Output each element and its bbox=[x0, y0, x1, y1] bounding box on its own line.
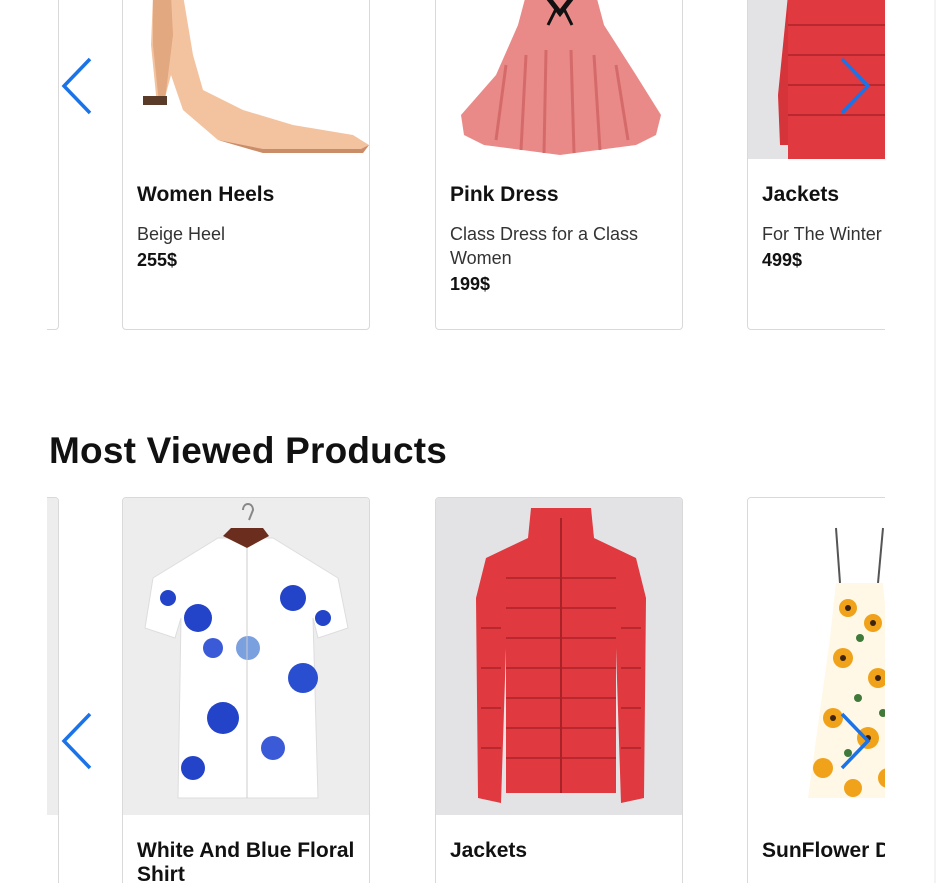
product-name: White And Blue Floral Shirt bbox=[137, 839, 355, 883]
product-card[interactable]: Jackets bbox=[435, 497, 683, 883]
chevron-left-icon bbox=[61, 57, 92, 115]
product-description: Beige Heel bbox=[137, 224, 226, 244]
product-card[interactable]: Jackets For The Winter 499$ bbox=[747, 0, 885, 330]
chevron-right-icon bbox=[840, 57, 871, 115]
product-name: Jackets bbox=[450, 839, 528, 862]
most-viewed-carousel: White And Blue Floral Shirt Jackets SunF… bbox=[47, 497, 885, 883]
product-name: Jackets bbox=[762, 183, 840, 206]
carousel-prev-button[interactable] bbox=[60, 57, 94, 115]
carousel-next-button[interactable] bbox=[838, 57, 872, 115]
product-card-partial[interactable] bbox=[47, 0, 59, 330]
chevron-left-icon bbox=[61, 712, 92, 770]
product-name: Women Heels bbox=[137, 183, 275, 206]
product-card[interactable]: Pink Dress Class Dress for a Class Women… bbox=[435, 0, 683, 330]
product-description: For The Winter bbox=[762, 224, 882, 244]
product-image bbox=[47, 498, 58, 815]
product-card[interactable]: Women Heels Beige Heel 255$ bbox=[122, 0, 370, 330]
product-card[interactable]: SunFlower Dress bbox=[747, 497, 885, 883]
product-price: 255$ bbox=[137, 250, 178, 270]
product-price: 199$ bbox=[450, 274, 491, 294]
carousel-prev-button[interactable] bbox=[60, 712, 94, 770]
carousel-next-button[interactable] bbox=[838, 712, 872, 770]
product-image-heels bbox=[123, 0, 369, 159]
top-carousel: Women Heels Beige Heel 255$ Pink Dress C… bbox=[47, 0, 885, 330]
product-image-pink-dress bbox=[436, 0, 682, 159]
product-name: Pink Dress bbox=[450, 183, 559, 206]
product-image-floral-shirt bbox=[123, 498, 369, 815]
chevron-right-icon bbox=[840, 712, 871, 770]
section-title: Most Viewed Products bbox=[49, 430, 448, 471]
product-card[interactable]: White And Blue Floral Shirt bbox=[122, 497, 370, 883]
product-image-jacket bbox=[436, 498, 682, 815]
product-card-partial[interactable] bbox=[47, 497, 59, 883]
product-price: 499$ bbox=[762, 250, 803, 270]
product-name: SunFlower Dress bbox=[762, 839, 885, 862]
product-description: Class Dress for a Class Women bbox=[450, 224, 639, 268]
